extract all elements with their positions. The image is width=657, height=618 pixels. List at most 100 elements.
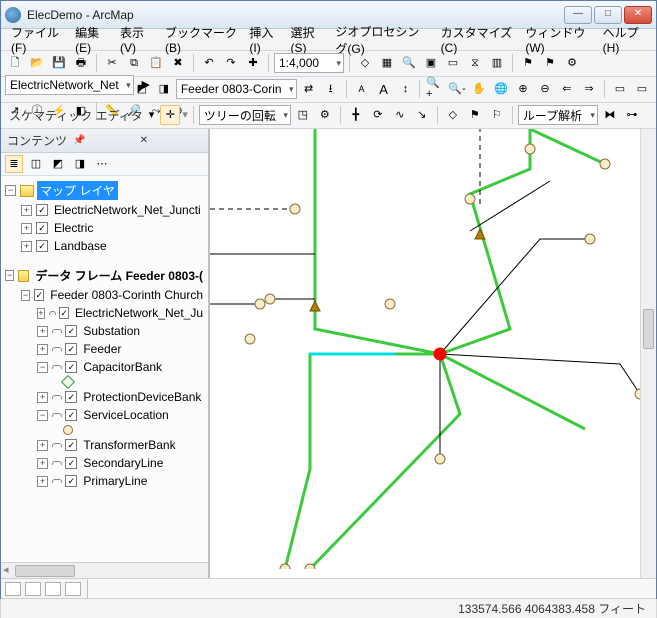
layout-algorithm-combo[interactable]: ツリーの回転 xyxy=(199,105,291,125)
set-end-icon[interactable]: ⚐ xyxy=(487,105,507,125)
list-by-selection-icon[interactable]: ◨ xyxy=(71,155,89,173)
model-icon[interactable]: ▥ xyxy=(487,53,507,73)
menu-select[interactable]: 選択(S) xyxy=(284,22,329,57)
trace-task-combo[interactable]: ループ解析 xyxy=(518,105,598,125)
reduce-nodes-icon[interactable]: ↘ xyxy=(412,105,432,125)
scale-combo[interactable]: 1:4,000 xyxy=(274,53,344,73)
layout-properties-icon[interactable]: ⚙ xyxy=(315,105,335,125)
pan-icon[interactable]: ✋ xyxy=(469,79,489,99)
data-view-tab[interactable] xyxy=(5,582,21,596)
list-by-visibility-icon[interactable]: ◩ xyxy=(49,155,67,173)
paste-icon[interactable]: 📋 xyxy=(146,53,166,73)
tree-node[interactable]: + ✓ElectricNetwork_Net_Ju xyxy=(3,304,206,322)
open-icon[interactable]: 📂 xyxy=(27,53,47,73)
tree-node[interactable]: + ✓SecondaryLine xyxy=(3,454,206,472)
list-by-drawing-order-icon[interactable]: ≣ xyxy=(5,155,23,173)
refresh-icon[interactable] xyxy=(45,582,61,596)
rotate-tree-icon[interactable]: ⟳ xyxy=(368,105,388,125)
tree-node[interactable]: + ✓PrimaryLine xyxy=(3,472,206,490)
fixed-zoom-out-icon[interactable]: ⊖ xyxy=(535,79,555,99)
time-icon[interactable]: ⧖ xyxy=(465,53,485,73)
editor-toolbar-icon[interactable]: ◇ xyxy=(355,53,375,73)
tree-node[interactable]: + ✓ProtectionDeviceBank xyxy=(3,388,206,406)
pin-icon[interactable]: 📌 xyxy=(73,135,135,146)
add-data-icon[interactable]: ✚ xyxy=(243,53,263,73)
tree-node-map-layers[interactable]: − マップ レイヤ xyxy=(3,180,206,201)
menu-customize[interactable]: カスタマイズ(C) xyxy=(435,22,520,57)
select-features-icon[interactable]: ▭ xyxy=(610,79,630,99)
new-icon[interactable]: 🗋 xyxy=(5,53,25,73)
fixed-zoom-in-icon[interactable]: ⊕ xyxy=(513,79,533,99)
menu-bookmark[interactable]: ブックマーク(B) xyxy=(159,22,243,57)
link-icon xyxy=(52,479,62,483)
decrease-symbol-icon[interactable]: A xyxy=(352,79,372,99)
pause-drawing-icon[interactable] xyxy=(65,582,81,596)
tree-node-feeder-root[interactable]: −✓Feeder 0803-Corinth Church xyxy=(3,286,206,304)
map-canvas[interactable] xyxy=(209,129,656,578)
list-by-source-icon[interactable]: ◫ xyxy=(27,155,45,173)
menu-insert[interactable]: 挿入(I) xyxy=(243,22,284,57)
redo-icon[interactable]: ↷ xyxy=(221,53,241,73)
utility-flag-icon[interactable]: ⚑ xyxy=(518,53,538,73)
save-edits-icon[interactable]: ⭳ xyxy=(321,79,341,99)
increase-symbol-icon[interactable]: A xyxy=(374,79,394,99)
catalog-icon[interactable]: ▦ xyxy=(377,53,397,73)
print-icon[interactable]: 🖶 xyxy=(71,53,91,73)
clear-selection-icon[interactable]: ▭ xyxy=(632,79,652,99)
next-extent-icon[interactable]: ⇒ xyxy=(579,79,599,99)
trace-icon[interactable]: ⧓ xyxy=(600,105,620,125)
restore-symbol-icon[interactable]: ↕ xyxy=(396,79,416,99)
close-panel-icon[interactable]: ✕ xyxy=(140,135,202,146)
tree-node[interactable]: + ✓Substation xyxy=(3,322,206,340)
utility-solve-icon[interactable]: ⚙ xyxy=(562,53,582,73)
save-icon[interactable]: 💾 xyxy=(49,53,69,73)
copy-icon[interactable]: ⧉ xyxy=(124,53,144,73)
search-icon[interactable]: 🔍 xyxy=(399,53,419,73)
tree-node[interactable]: +✓Landbase xyxy=(3,237,206,255)
utility-barrier-icon[interactable]: ⚑ xyxy=(540,53,560,73)
toc-tree[interactable]: − マップ レイヤ +✓ElectricNetwork_Net_Juncti +… xyxy=(1,176,208,562)
tree-node[interactable]: + ✓TransformerBank xyxy=(3,436,206,454)
maximize-button[interactable]: □ xyxy=(594,6,622,24)
undo-icon[interactable]: ↶ xyxy=(199,53,219,73)
network-combo[interactable]: ElectricNetwork_Net xyxy=(5,75,134,95)
minimize-button[interactable]: — xyxy=(564,6,592,24)
tree-node[interactable]: +✓ElectricNetwork_Net_Juncti xyxy=(3,201,206,219)
update-diagram-icon[interactable]: ◩ xyxy=(132,79,152,99)
options-icon[interactable]: ⋯ xyxy=(93,155,111,173)
bypass-nodes-icon[interactable]: ∿ xyxy=(390,105,410,125)
menu-view[interactable]: 表示(V) xyxy=(114,22,159,57)
statusbar: 133574.566 4064383.458 フィート xyxy=(1,598,656,618)
layout-view-tab[interactable] xyxy=(25,582,41,596)
prev-extent-icon[interactable]: ⇐ xyxy=(557,79,577,99)
tree-node-data-frame-feeder[interactable]: − データ フレーム Feeder 0803-( xyxy=(3,265,206,286)
menu-window[interactable]: ウィンドウ(W) xyxy=(519,22,596,57)
menu-edit[interactable]: 編集(E) xyxy=(69,22,114,57)
diagram-combo[interactable]: Feeder 0803-Corin xyxy=(176,79,297,99)
menu-help[interactable]: ヘルプ(H) xyxy=(597,22,652,57)
zoom-in-icon[interactable]: 🔍+ xyxy=(425,79,445,99)
zoom-out-icon[interactable]: 🔍- xyxy=(447,79,467,99)
delete-icon[interactable]: ✖ xyxy=(168,53,188,73)
propagate-icon[interactable]: ⇄ xyxy=(299,79,319,99)
arccatalog-icon[interactable]: ▣ xyxy=(421,53,441,73)
open-diagram-icon[interactable]: ◨ xyxy=(154,79,174,99)
mark-crossings-icon[interactable]: ◇ xyxy=(443,105,463,125)
full-extent-icon[interactable]: 🌐 xyxy=(491,79,511,99)
cut-icon[interactable]: ✂ xyxy=(102,53,122,73)
set-root-icon[interactable]: ⚑ xyxy=(465,105,485,125)
tree-node[interactable]: +✓Electric xyxy=(3,219,206,237)
apply-layout-icon[interactable]: ◳ xyxy=(293,105,313,125)
tree-node[interactable]: + ✓Feeder xyxy=(3,340,206,358)
map-vertical-scrollbar[interactable] xyxy=(640,129,656,578)
tree-node-servicelocation[interactable]: − ✓ServiceLocation xyxy=(3,406,206,424)
menu-file[interactable]: ファイル(F) xyxy=(5,22,69,57)
toc-titlebar[interactable]: コンテンツ 📌 ✕ xyxy=(1,129,208,153)
find-connected-icon[interactable]: ⊶ xyxy=(622,105,642,125)
python-icon[interactable]: ▭ xyxy=(443,53,463,73)
tree-node-capacitorbank[interactable]: − ✓CapacitorBank xyxy=(3,358,206,376)
align-nodes-icon[interactable]: ╋ xyxy=(346,105,366,125)
edit-move-tool-icon[interactable]: ✛ xyxy=(160,105,180,125)
toc-horizontal-scrollbar[interactable]: ◂ xyxy=(1,562,208,578)
close-button[interactable]: ✕ xyxy=(624,6,652,24)
